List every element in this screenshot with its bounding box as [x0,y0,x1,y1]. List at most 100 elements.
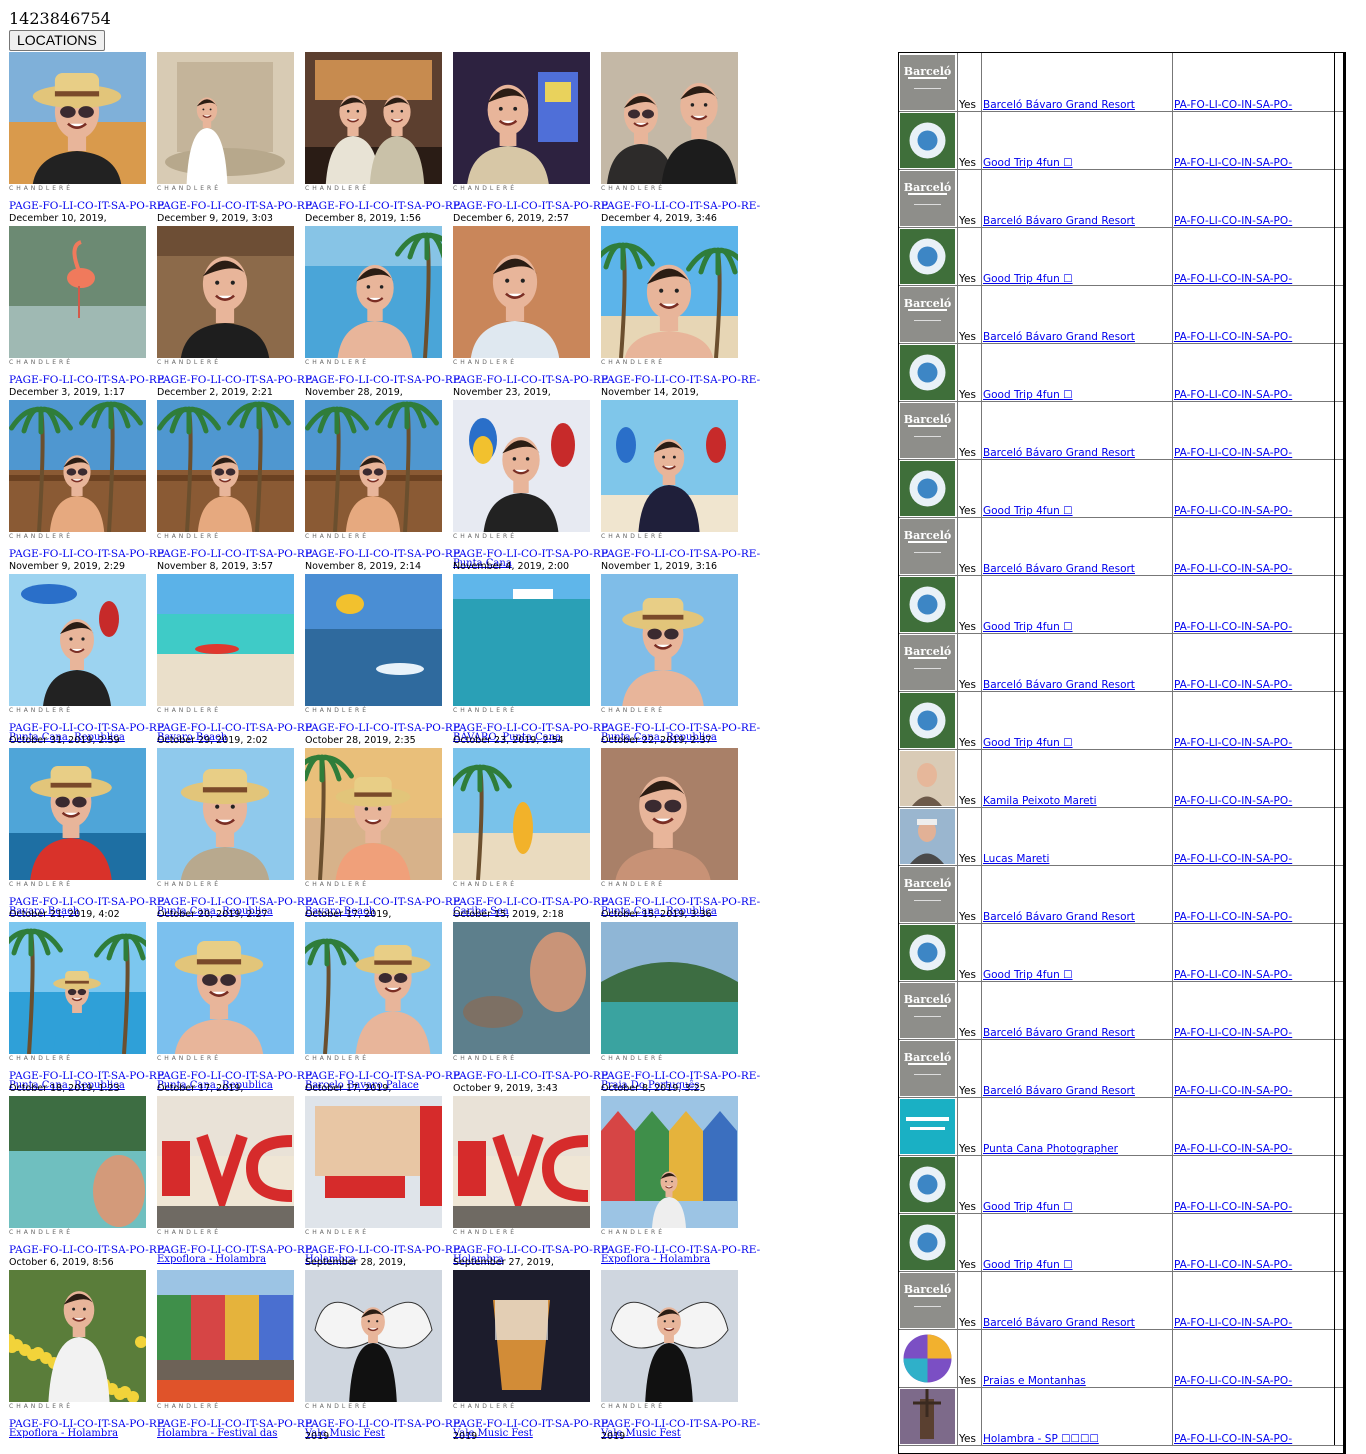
post-thumbnail[interactable] [453,922,590,1054]
location-name-link[interactable]: Good Trip 4fun ☐ [983,505,1073,517]
location-name-link[interactable]: Good Trip 4fun ☐ [983,389,1073,401]
post-link[interactable]: PAGE-FO-LI-CO-IT-SA-PO-RE- [453,200,612,212]
post-thumbnail[interactable] [601,226,738,358]
location-page-link[interactable]: PA-FO-LI-CO-IN-SA-PO- [1174,1433,1292,1445]
post-location-link[interactable]: Expoflora - Holambra [157,1254,266,1265]
location-name-link[interactable]: Good Trip 4fun ☐ [983,1259,1073,1271]
location-name-link[interactable]: Barceló Bávaro Grand Resort [983,1027,1135,1039]
location-page-link[interactable]: PA-FO-LI-CO-IN-SA-PO- [1174,969,1292,981]
location-page-link[interactable]: PA-FO-LI-CO-IN-SA-PO- [1174,1143,1292,1155]
post-thumbnail[interactable] [9,1096,146,1228]
post-thumbnail[interactable] [453,1270,590,1402]
post-thumbnail[interactable] [157,226,294,358]
post-thumbnail[interactable] [157,400,294,532]
location-name-link[interactable]: Kamila Peixoto Mareti [983,795,1097,807]
post-thumbnail[interactable] [453,52,590,184]
post-link[interactable]: PAGE-FO-LI-CO-IT-SA-PO-RE- [601,548,760,560]
post-thumbnail[interactable] [601,1270,738,1402]
post-location-link[interactable]: Expoflora - Holambra [601,1254,710,1265]
location-page-link[interactable]: PA-FO-LI-CO-IN-SA-PO- [1174,621,1292,633]
post-thumbnail[interactable] [601,1096,738,1228]
post-thumbnail[interactable] [305,748,442,880]
post-link[interactable]: PAGE-FO-LI-CO-IT-SA-PO-RE- [305,374,464,386]
post-link[interactable]: PAGE-FO-LI-CO-IT-SA-PO-RE- [453,1070,612,1082]
post-link[interactable]: PAGE-FO-LI-CO-IT-SA-PO-RE- [9,548,168,560]
post-link[interactable]: PAGE-FO-LI-CO-IT-SA-PO-RE- [305,200,464,212]
post-link[interactable]: PAGE-FO-LI-CO-IT-SA-PO-RE- [305,722,464,734]
post-thumbnail[interactable] [9,400,146,532]
post-link[interactable]: PAGE-FO-LI-CO-IT-SA-PO-RE- [601,200,760,212]
post-thumbnail[interactable] [453,574,590,706]
location-name-link[interactable]: Lucas Mareti [983,853,1049,865]
post-thumbnail[interactable] [305,574,442,706]
location-page-link[interactable]: PA-FO-LI-CO-IN-SA-PO- [1174,1201,1292,1213]
location-name-link[interactable]: Barceló Bávaro Grand Resort [983,563,1135,575]
post-link[interactable]: PAGE-FO-LI-CO-IT-SA-PO-RE- [9,200,168,212]
location-name-link[interactable]: Barceló Bávaro Grand Resort [983,215,1135,227]
location-name-link[interactable]: Good Trip 4fun ☐ [983,737,1073,749]
location-page-link[interactable]: PA-FO-LI-CO-IN-SA-PO- [1174,1375,1292,1387]
location-page-link[interactable]: PA-FO-LI-CO-IN-SA-PO- [1174,853,1292,865]
post-location-link[interactable]: Expoflora - Holambra [9,1428,118,1439]
location-name-link[interactable]: Good Trip 4fun ☐ [983,1201,1073,1213]
location-page-link[interactable]: PA-FO-LI-CO-IN-SA-PO- [1174,99,1292,111]
post-thumbnail[interactable] [9,922,146,1054]
post-thumbnail[interactable] [157,574,294,706]
post-link[interactable]: PAGE-FO-LI-CO-IT-SA-PO-RE- [9,1244,168,1256]
post-thumbnail[interactable] [9,748,146,880]
location-name-link[interactable]: Good Trip 4fun ☐ [983,969,1073,981]
post-thumbnail[interactable] [157,52,294,184]
location-name-link[interactable]: Barceló Bávaro Grand Resort [983,911,1135,923]
location-page-link[interactable]: PA-FO-LI-CO-IN-SA-PO- [1174,1085,1292,1097]
post-thumbnail[interactable] [453,400,590,532]
post-link[interactable]: PAGE-FO-LI-CO-IT-SA-PO-RE- [453,374,612,386]
post-thumbnail[interactable] [601,52,738,184]
post-thumbnail[interactable] [305,1270,442,1402]
location-name-link[interactable]: Good Trip 4fun ☐ [983,157,1073,169]
post-thumbnail[interactable] [9,52,146,184]
post-thumbnail[interactable] [157,922,294,1054]
location-name-link[interactable]: Good Trip 4fun ☐ [983,273,1073,285]
post-thumbnail[interactable] [453,226,590,358]
post-link[interactable]: PAGE-FO-LI-CO-IT-SA-PO-RE- [305,548,464,560]
location-name-link[interactable]: Punta Cana Photographer [983,1143,1118,1155]
location-name-link[interactable]: Holambra - SP ☐☐☐☐ [983,1433,1099,1445]
location-name-link[interactable]: Praias e Montanhas [983,1375,1086,1387]
location-page-link[interactable]: PA-FO-LI-CO-IN-SA-PO- [1174,505,1292,517]
post-thumbnail[interactable] [601,922,738,1054]
post-thumbnail[interactable] [305,922,442,1054]
post-link[interactable]: PAGE-FO-LI-CO-IT-SA-PO-RE- [157,374,316,386]
location-page-link[interactable]: PA-FO-LI-CO-IN-SA-PO- [1174,447,1292,459]
post-location-link[interactable]: Holambra - Festival das [157,1428,277,1439]
post-link[interactable]: PAGE-FO-LI-CO-IT-SA-PO-RE- [157,548,316,560]
location-name-link[interactable]: Barceló Bávaro Grand Resort [983,679,1135,691]
post-thumbnail[interactable] [157,1270,294,1402]
post-thumbnail[interactable] [157,748,294,880]
post-thumbnail[interactable] [305,400,442,532]
location-page-link[interactable]: PA-FO-LI-CO-IN-SA-PO- [1174,273,1292,285]
location-name-link[interactable]: Barceló Bávaro Grand Resort [983,1085,1135,1097]
post-thumbnail[interactable] [9,1270,146,1402]
post-thumbnail[interactable] [601,400,738,532]
location-name-link[interactable]: Good Trip 4fun ☐ [983,621,1073,633]
location-name-link[interactable]: Barceló Bávaro Grand Resort [983,99,1135,111]
post-thumbnail[interactable] [601,748,738,880]
location-page-link[interactable]: PA-FO-LI-CO-IN-SA-PO- [1174,737,1292,749]
post-thumbnail[interactable] [601,574,738,706]
location-page-link[interactable]: PA-FO-LI-CO-IN-SA-PO- [1174,795,1292,807]
location-page-link[interactable]: PA-FO-LI-CO-IN-SA-PO- [1174,1317,1292,1329]
post-thumbnail[interactable] [453,748,590,880]
location-page-link[interactable]: PA-FO-LI-CO-IN-SA-PO- [1174,157,1292,169]
post-link[interactable]: PAGE-FO-LI-CO-IT-SA-PO-RE- [601,374,760,386]
locations-button[interactable]: LOCATIONS [9,30,105,51]
location-page-link[interactable]: PA-FO-LI-CO-IN-SA-PO- [1174,1259,1292,1271]
location-page-link[interactable]: PA-FO-LI-CO-IN-SA-PO- [1174,911,1292,923]
location-page-link[interactable]: PA-FO-LI-CO-IN-SA-PO- [1174,1027,1292,1039]
post-thumbnail[interactable] [305,52,442,184]
post-thumbnail[interactable] [305,226,442,358]
location-page-link[interactable]: PA-FO-LI-CO-IN-SA-PO- [1174,563,1292,575]
post-link[interactable]: PAGE-FO-LI-CO-IT-SA-PO-RE- [9,374,168,386]
location-name-link[interactable]: Barceló Bávaro Grand Resort [983,331,1135,343]
post-thumbnail[interactable] [9,226,146,358]
location-page-link[interactable]: PA-FO-LI-CO-IN-SA-PO- [1174,215,1292,227]
